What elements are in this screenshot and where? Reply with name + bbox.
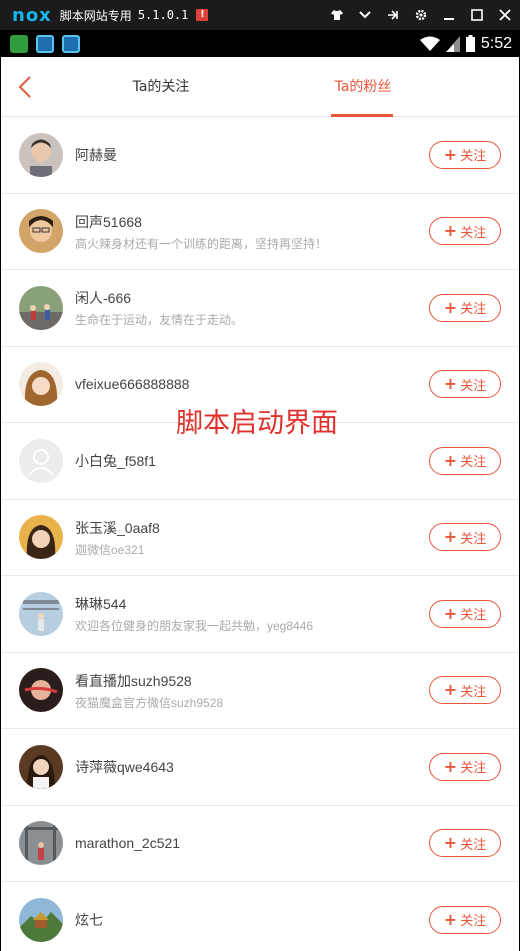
list-item[interactable]: 闲人-666 生命在于运动，友情在于走动。 + 关注 — [1, 270, 519, 347]
plus-icon: + — [443, 909, 458, 929]
list-item[interactable]: 诗萍薇qwe4643 + 关注 — [1, 729, 519, 806]
plus-icon: + — [443, 680, 458, 700]
plus-icon: + — [443, 221, 458, 241]
list-item[interactable]: 琳琳544 欢迎各位健身的朋友家我一起共勉，yeg8446 + 关注 — [1, 576, 519, 653]
plus-icon: + — [443, 603, 458, 623]
maximize-icon[interactable] — [470, 8, 484, 22]
user-name: marathon_2c521 — [75, 835, 181, 852]
follow-button[interactable]: + 关注 — [429, 829, 501, 858]
nox-logo: nox — [12, 4, 52, 26]
follow-label: 关注 — [460, 914, 487, 930]
avatar[interactable] — [19, 515, 63, 560]
follow-label: 关注 — [460, 531, 487, 547]
tab-following[interactable]: Ta的关注 — [101, 57, 221, 117]
signal-icon — [445, 35, 460, 52]
app-notification-icon — [10, 34, 28, 53]
follow-label: 关注 — [460, 761, 487, 777]
list-item[interactable]: marathon_2c521 + 关注 — [1, 806, 519, 882]
avatar[interactable] — [19, 821, 63, 866]
top-tab-bar: Ta的关注 Ta的粉丝 — [1, 57, 519, 117]
follow-button[interactable]: + 关注 — [429, 446, 501, 475]
user-bio: 高火辣身材还有一个训练的距离，坚持再坚持！ — [75, 236, 328, 251]
list-item[interactable]: 张玉溪_0aaf8 迦微信oe321 + 关注 — [1, 500, 519, 576]
user-name: 诗萍薇qwe4643 — [75, 758, 174, 775]
avatar[interactable] — [19, 897, 63, 942]
app-notification-icon — [62, 34, 80, 53]
wifi-icon — [419, 36, 440, 51]
follow-label: 关注 — [460, 684, 487, 700]
follow-label: 关注 — [460, 378, 487, 394]
follow-button[interactable]: + 关注 — [429, 217, 501, 246]
follow-button[interactable]: + 关注 — [429, 676, 501, 705]
plus-icon: + — [443, 833, 458, 853]
avatar[interactable] — [19, 209, 63, 254]
follow-label: 关注 — [460, 149, 487, 165]
plus-icon: + — [443, 450, 458, 470]
avatar[interactable] — [19, 744, 63, 789]
pin-icon[interactable] — [386, 8, 400, 22]
follow-label: 关注 — [460, 608, 487, 624]
avatar[interactable] — [19, 591, 63, 636]
follow-button[interactable]: + 关注 — [429, 905, 501, 934]
user-name: 回声51668 — [75, 213, 142, 230]
user-name: 看直播加suzh9528 — [75, 672, 192, 689]
follow-button[interactable]: + 关注 — [429, 293, 501, 322]
user-bio: 生命在于运动，友情在于走动。 — [75, 313, 244, 327]
plus-icon: + — [443, 374, 458, 394]
follow-label: 关注 — [460, 837, 487, 853]
plus-icon: + — [443, 144, 458, 164]
tab-fans[interactable]: Ta的粉丝 — [301, 57, 425, 117]
list-item[interactable]: 回声51668 高火辣身材还有一个训练的距离，坚持再坚持！ + 关注 — [1, 194, 519, 270]
plus-icon: + — [443, 756, 458, 776]
chevron-down-icon[interactable] — [358, 8, 372, 22]
user-name: 阿赫曼 — [75, 146, 117, 163]
user-name: 张玉溪_0aaf8 — [75, 519, 160, 536]
emulator-title-bar: nox 脚本网站专用 5.1.0.1 ! — [0, 0, 520, 30]
fans-list: 阿赫曼 + 关注 回声51668 高火辣身材还有一个训练的距离，坚持再坚持！ + 关… — [1, 117, 519, 951]
window-controls — [330, 0, 512, 30]
follow-label: 关注 — [460, 225, 487, 241]
user-bio: 夜猫魔盒官方微信suzh9528 — [75, 695, 224, 710]
back-arrow-icon[interactable] — [13, 73, 41, 101]
avatar[interactable] — [19, 285, 63, 330]
user-name: 琳琳544 — [75, 596, 127, 612]
user-name: vfeixue666888888 — [75, 376, 190, 393]
user-bio: 欢迎各位健身的朋友家我一起共勉，yeg8446 — [75, 619, 314, 633]
follow-button[interactable]: + 关注 — [429, 523, 501, 552]
status-right: 5:52 — [419, 30, 512, 57]
minimize-icon[interactable] — [442, 8, 456, 22]
plus-icon: + — [443, 297, 458, 317]
follow-button[interactable]: + 关注 — [429, 370, 501, 399]
gear-icon[interactable] — [414, 8, 428, 22]
default-avatar-icon[interactable] — [19, 438, 63, 483]
list-item[interactable]: 炫七 + 关注 — [1, 882, 519, 951]
follow-label: 关注 — [460, 455, 487, 471]
follow-label: 关注 — [460, 302, 487, 318]
avatar[interactable] — [19, 132, 63, 177]
user-name: 炫七 — [75, 911, 103, 928]
plus-icon: + — [443, 527, 458, 547]
clock: 5:52 — [480, 34, 512, 52]
shirt-icon[interactable] — [330, 8, 344, 22]
emulator-version: 5.1.0.1 — [137, 8, 189, 22]
follow-button[interactable]: + 关注 — [429, 752, 501, 781]
user-name: 闲人-666 — [75, 290, 132, 306]
list-item[interactable]: vfeixue666888888 + 关注 — [1, 347, 519, 423]
user-bio: 迦微信oe321 — [75, 542, 145, 557]
user-name: 小白兔_f58f1 — [75, 452, 156, 469]
battery-icon — [465, 35, 475, 52]
emulator-title: 脚本网站专用 — [59, 8, 132, 23]
alert-badge[interactable]: ! — [196, 9, 209, 21]
app-screen: Ta的关注 Ta的粉丝 阿赫曼 + 关注 回声51668 高火辣身材还有一个训练的… — [1, 57, 519, 951]
list-item[interactable]: 小白兔_f58f1 + 关注 — [1, 423, 519, 500]
close-icon[interactable] — [498, 8, 512, 22]
list-item[interactable]: 阿赫曼 + 关注 — [1, 117, 519, 194]
avatar[interactable] — [19, 668, 63, 713]
follow-button[interactable]: + 关注 — [429, 599, 501, 628]
app-notification-icon — [36, 34, 54, 53]
android-status-bar: 5:52 — [0, 30, 520, 57]
follow-button[interactable]: + 关注 — [429, 140, 501, 169]
avatar[interactable] — [19, 362, 63, 407]
list-item[interactable]: 看直播加suzh9528 夜猫魔盒官方微信suzh9528 + 关注 — [1, 653, 519, 729]
